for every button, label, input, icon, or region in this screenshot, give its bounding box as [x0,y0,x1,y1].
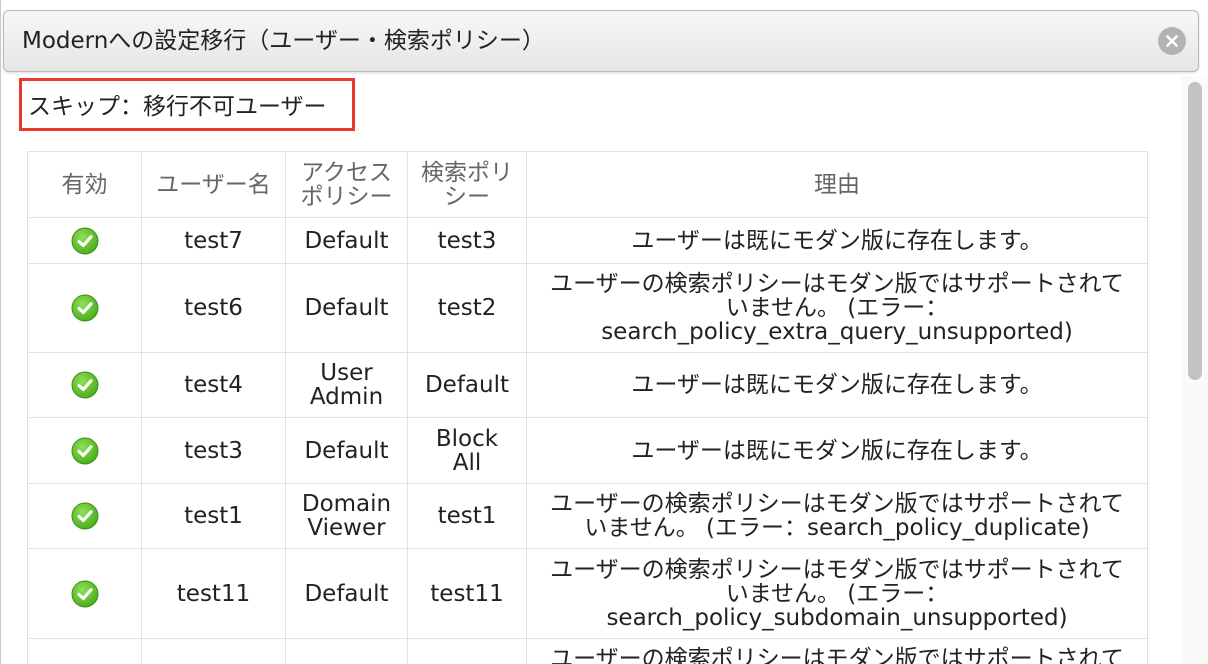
cell-access-policy: Default [285,417,408,484]
cell-reason: ユーザーの検索ポリシーはモダン版ではサポートされていません。 (エラー：sear… [526,263,1148,353]
cell-access-policy-line: Default [304,295,389,321]
close-icon[interactable] [1158,27,1186,55]
cell-search-policy-line: Default [424,372,510,398]
header-enabled: 有効 [27,151,142,218]
table-row: test6 Default test2 ユーザーの検索ポリシーはモダン版ではサポートさ… [27,263,1148,353]
header-reason: 理由 [526,151,1148,218]
table-row: test4 User Admin Default ユーザーは既にモダン版に存在します。 [27,352,1148,418]
header-access-policy-line: アクセス [301,159,392,186]
cell-reason-line: いません。 (エラー： [725,295,949,321]
cell-access-policy-line: Default [304,227,389,254]
skipped-users-table: 有効 ユーザー名 アクセス ポリシー 検索ポリ シー 理由 test7 Default… [27,151,1148,664]
table-row: test3 Default Block All ユーザーは既にモダン版に存在します。 [27,417,1148,484]
cell-access-policy-line: Domain [301,491,392,517]
cell-search-policy-line: All [452,449,482,476]
check-circle-icon [71,437,99,465]
cell-reason-line: ユーザーは既にモダン版に存在します。 [631,227,1043,254]
cell-enabled [27,352,142,418]
table-row: test11 Default test11 ユーザーの検索ポリシーはモダン版ではサポー… [27,548,1148,639]
cell-reason: ユーザーは既にモダン版に存在します。 [526,352,1148,418]
cell-reason: ユーザーの検索ポリシーはモダン版ではサポートされていません。 (エラー：sear… [526,548,1148,639]
cell-search-policy-line: test2 [437,295,497,321]
cell-enabled [27,548,142,639]
migration-dialog: Modernへの設定移行（ユーザー・検索ポリシー） スキップ：移行不可ユーザー … [0,0,1208,664]
scrollbar-thumb[interactable] [1188,82,1202,380]
vertical-scrollbar[interactable] [1181,76,1208,664]
cell-enabled [27,263,142,353]
check-circle-icon [71,502,99,530]
cell-access-policy-line: Admin [309,384,384,410]
cell-search-policy [407,638,527,664]
cell-access-policy: Default [285,217,408,264]
table-row: test7 Default test3 ユーザーは既にモダン版に存在します。 [27,217,1148,264]
cell-username: test1 [141,483,286,549]
header-access-policy-line: ポリシー [300,183,393,210]
cell-username: test6 [141,263,286,353]
check-circle-icon [71,371,99,399]
cell-search-policy-line: test11 [430,580,504,607]
cell-access-policy: Default [285,263,408,353]
cell-search-policy: test11 [407,548,527,639]
cell-search-policy-line: test1 [437,503,497,529]
cell-access-policy: Domain Viewer [285,483,408,549]
cell-enabled [27,417,142,484]
check-circle-icon [71,227,99,255]
cell-access-policy: User Admin [285,352,408,418]
cell-reason-line: ユーザーの検索ポリシーはモダン版ではサポートされて [550,646,1124,664]
cell-search-policy-line: Block [435,425,499,452]
cell-reason: ユーザーの検索ポリシーはモダン版ではサポートされて [526,638,1148,664]
cell-username: test7 [141,217,286,264]
header-search-policy-line: シー [444,183,490,210]
cell-reason-line: ユーザーの検索ポリシーはモダン版ではサポートされて [550,491,1124,517]
dialog-title: Modernへの設定移行（ユーザー・検索ポリシー） [22,28,545,54]
header-search-policy: 検索ポリ シー [407,151,527,218]
cell-access-policy [285,638,408,664]
cell-username: test3 [141,417,286,484]
cell-reason: ユーザーの検索ポリシーはモダン版ではサポートされていません。 (エラー：sear… [526,483,1148,549]
cell-reason-line: search_policy_extra_query_unsupported) [601,319,1073,345]
cell-enabled [27,483,142,549]
cell-search-policy: test1 [407,483,527,549]
cell-username: test11 [141,548,286,639]
cell-access-policy: Default [285,548,408,639]
cell-access-policy-line: Default [304,580,389,607]
table-row: ユーザーの検索ポリシーはモダン版ではサポートされて [27,638,1148,664]
cell-search-policy-line: test3 [437,227,497,254]
header-username: ユーザー名 [141,151,286,218]
cell-reason-line: ユーザーは既にモダン版に存在します。 [631,437,1043,464]
check-circle-icon [71,580,99,608]
cell-reason: ユーザーは既にモダン版に存在します。 [526,417,1148,484]
table-row: test1 Domain Viewer test1 ユーザーの検索ポリシーはモダン版では… [27,483,1148,549]
cell-reason-line: いません。 (エラー： [725,580,949,607]
cell-access-policy-line: Viewer [307,515,386,541]
cell-username: test4 [141,352,286,418]
cell-enabled [27,217,142,264]
cell-search-policy: Default [407,352,527,418]
check-circle-icon [71,294,99,322]
dialog-titlebar: Modernへの設定移行（ユーザー・検索ポリシー） [3,10,1199,72]
cell-reason-line: ユーザーの検索ポリシーはモダン版ではサポートされて [550,271,1124,297]
cell-access-policy-line: User [320,360,373,386]
cell-search-policy: test3 [407,217,527,264]
cell-access-policy-line: Default [304,437,389,464]
cell-reason-line: search_policy_subdomain_unsupported) [606,604,1068,631]
skip-section-highlight: スキップ：移行不可ユーザー [19,78,355,131]
cell-enabled [27,638,142,664]
cell-search-policy: Block All [407,417,527,484]
cell-reason-line: ユーザーは既にモダン版に存在します。 [631,372,1043,398]
table-header-row: 有効 ユーザー名 アクセス ポリシー 検索ポリ シー 理由 [27,151,1148,218]
cell-reason: ユーザーは既にモダン版に存在します。 [526,217,1148,264]
cell-search-policy: test2 [407,263,527,353]
header-search-policy-line: 検索ポリ [421,159,513,186]
header-access-policy: アクセス ポリシー [285,151,408,218]
skip-section-label: スキップ：移行不可ユーザー [28,94,327,120]
cell-username [141,638,286,664]
cell-reason-line: いません。 (エラー：search_policy_duplicate) [584,515,1090,541]
cell-reason-line: ユーザーの検索ポリシーはモダン版ではサポートされて [550,556,1124,583]
